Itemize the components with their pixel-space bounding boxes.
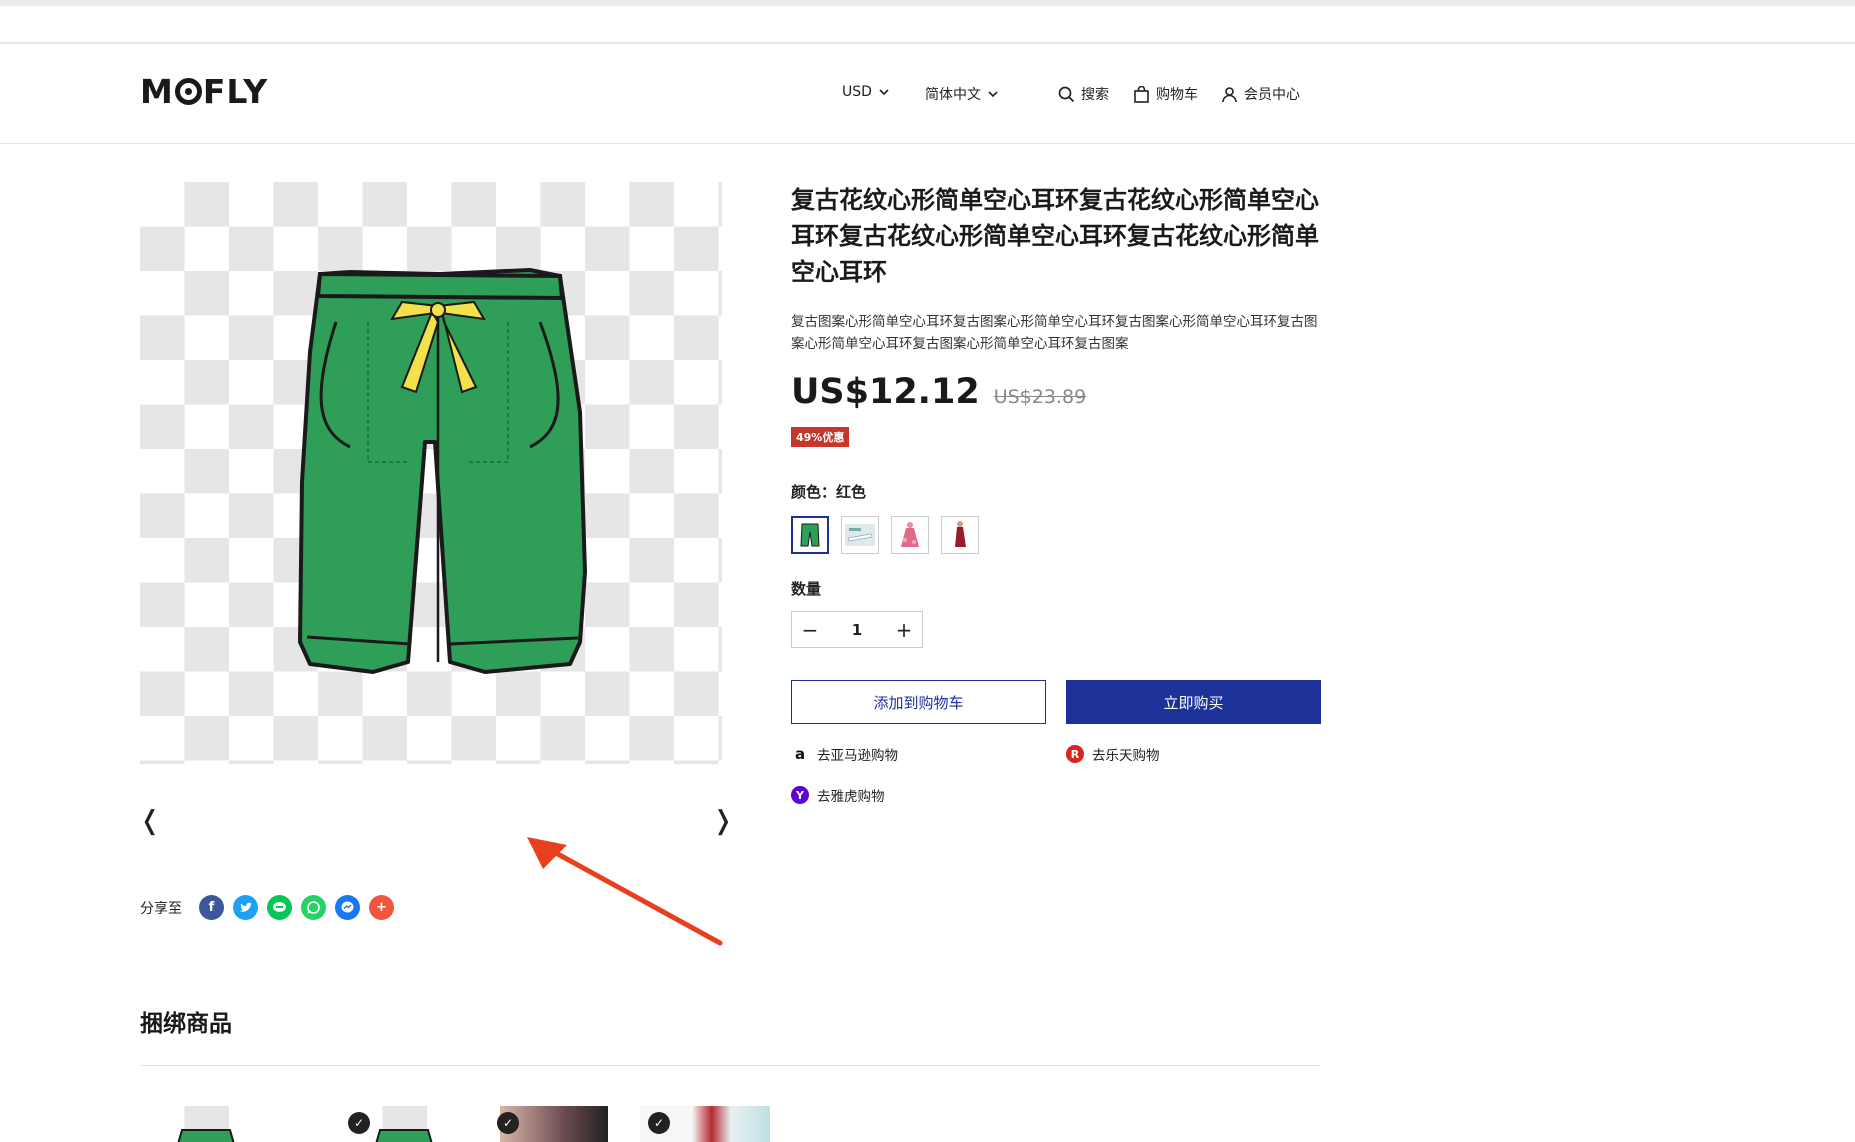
product-subtitle: 复古图案心形简单空心耳环复古图案心形简单空心耳环复古图案心形简单空心耳环复古图案… [791, 314, 1318, 352]
line-icon[interactable] [267, 895, 292, 920]
quantity-label: 数量 [791, 580, 822, 598]
product-image-gallery[interactable] [140, 182, 722, 764]
current-price: US$12.12 [791, 372, 980, 412]
amazon-icon: a [791, 745, 809, 763]
site-logo[interactable]: M FLY [140, 72, 268, 111]
currency-label: USD [842, 84, 872, 100]
user-icon [1222, 86, 1237, 102]
site-header: M FLY USD 简体中文 搜索 购物车 会员中心 [0, 42, 1855, 144]
bundle-section-title: 捆绑商品 [140, 1011, 232, 1037]
annotation-arrow [527, 837, 723, 946]
cart-label: 购物车 [1156, 87, 1198, 103]
discount-badge: 49%优惠 [791, 427, 850, 447]
product-image-pants [298, 268, 587, 674]
facebook-icon[interactable]: f [199, 895, 224, 920]
language-label: 简体中文 [925, 87, 981, 103]
search-link[interactable]: 搜索 [1058, 84, 1109, 104]
amazon-label: 去亚马逊购物 [817, 748, 898, 764]
twitter-icon[interactable] [233, 895, 258, 920]
share-bar: 分享至 f + [140, 895, 394, 920]
color-label: 颜色： [791, 483, 837, 501]
member-center-link[interactable]: 会员中心 [1221, 84, 1300, 104]
more-icon[interactable]: + [369, 895, 394, 920]
price-block: US$12.12 US$23.89 [791, 372, 1086, 412]
increase-quantity-button[interactable]: + [886, 618, 922, 642]
chevron-down-icon [879, 89, 889, 96]
bundle-selected-check-icon[interactable]: ✓ [648, 1112, 670, 1134]
member-label: 会员中心 [1244, 87, 1300, 103]
quantity-stepper: − 1 + [791, 611, 923, 648]
swatch-green-pants[interactable] [791, 516, 829, 554]
browser-top-strip [0, 0, 1855, 6]
share-label: 分享至 [140, 900, 182, 917]
yahoo-shop-link[interactable]: Y 去雅虎购物 [791, 785, 885, 805]
swatch-red-dress[interactable] [941, 516, 979, 554]
swatch-gray-item[interactable] [841, 516, 879, 554]
add-to-cart-button[interactable]: 添加到购物车 [791, 680, 1046, 724]
swatch-pink-dress[interactable] [891, 516, 929, 554]
rakuten-icon: R [1066, 745, 1084, 763]
bundle-selected-check-icon[interactable]: ✓ [497, 1112, 519, 1134]
bundle-divider [140, 1065, 1321, 1066]
decrease-quantity-button[interactable]: − [792, 618, 828, 642]
quantity-value[interactable]: 1 [828, 621, 886, 639]
rakuten-label: 去乐天购物 [1092, 748, 1160, 764]
messenger-icon[interactable] [335, 895, 360, 920]
gallery-next-arrow[interactable]: ❭ [712, 806, 734, 836]
gallery-prev-arrow[interactable]: ❬ [139, 806, 161, 836]
whatsapp-icon[interactable] [301, 895, 326, 920]
color-option-label: 颜色： 红色 [791, 481, 866, 502]
yahoo-label: 去雅虎购物 [817, 789, 885, 805]
language-selector[interactable]: 简体中文 [925, 84, 999, 104]
currency-selector[interactable]: USD [842, 84, 890, 100]
bundle-item-thumbnail[interactable] [140, 1106, 272, 1142]
rakuten-shop-link[interactable]: R 去乐天购物 [1066, 744, 1160, 764]
color-swatches [791, 516, 979, 554]
chevron-down-icon [988, 91, 998, 98]
buy-now-button[interactable]: 立即购买 [1066, 680, 1321, 724]
yahoo-icon: Y [791, 786, 809, 804]
search-label: 搜索 [1081, 87, 1109, 103]
original-price: US$23.89 [993, 386, 1087, 408]
bundle-selected-check-icon[interactable]: ✓ [348, 1112, 370, 1134]
search-icon [1058, 86, 1075, 102]
amazon-shop-link[interactable]: a 去亚马逊购物 [791, 744, 898, 764]
color-value: 红色 [836, 483, 867, 501]
cart-link[interactable]: 购物车 [1133, 84, 1198, 104]
shopping-bag-icon [1134, 85, 1149, 103]
product-title: 复古花纹心形简单空心耳环复古花纹心形简单空心耳环复古花纹心形简单空心耳环复古花纹… [791, 186, 1319, 286]
